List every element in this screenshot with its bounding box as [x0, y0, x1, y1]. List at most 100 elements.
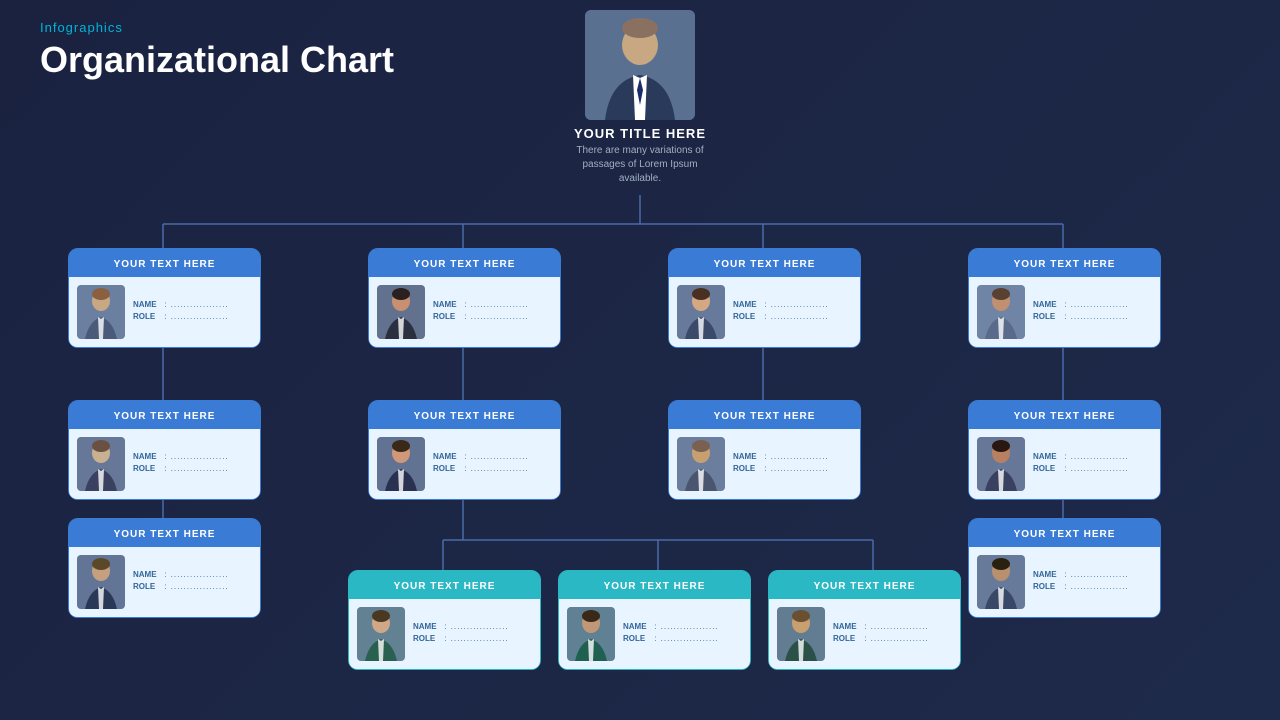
card-role-label-c2: ROLE [433, 312, 461, 321]
card-name-row-c8: NAME : .................. [1033, 452, 1152, 461]
card-header-text-c11: YOUR TEXT HERE [604, 581, 706, 592]
card-photo-c3 [677, 285, 725, 339]
card-header-text-c6: YOUR TEXT HERE [414, 411, 516, 422]
card-photo-c12 [777, 607, 825, 661]
card-header-c10: YOUR TEXT HERE [349, 571, 540, 599]
card-name-dots-c9: : .................. [161, 570, 229, 579]
card-info-c9: NAME : .................. ROLE : .......… [133, 570, 252, 594]
card-photo-c1 [77, 285, 125, 339]
card-header-text-c4: YOUR TEXT HERE [1014, 259, 1116, 270]
card-photo-c13 [977, 555, 1025, 609]
card-name-dots-c1: : .................. [161, 300, 229, 309]
org-card-c11: YOUR TEXT HERE NAME : ..................… [558, 570, 751, 670]
card-role-label-c3: ROLE [733, 312, 761, 321]
card-name-row-c13: NAME : .................. [1033, 570, 1152, 579]
card-role-label-c11: ROLE [623, 634, 651, 643]
card-name-row-c1: NAME : .................. [133, 300, 252, 309]
card-info-c4: NAME : .................. ROLE : .......… [1033, 300, 1152, 324]
card-role-row-c12: ROLE : .................. [833, 634, 952, 643]
card-role-row-c2: ROLE : .................. [433, 312, 552, 321]
card-body-c4: NAME : .................. ROLE : .......… [969, 277, 1160, 347]
card-role-label-c12: ROLE [833, 634, 861, 643]
card-role-label-c8: ROLE [1033, 464, 1061, 473]
card-role-dots-c9: : .................. [161, 582, 229, 591]
card-name-dots-c11: : .................. [651, 622, 719, 631]
card-role-row-c10: ROLE : .................. [413, 634, 532, 643]
card-header-text-c9: YOUR TEXT HERE [114, 529, 216, 540]
card-name-row-c5: NAME : .................. [133, 452, 252, 461]
card-photo-c6 [377, 437, 425, 491]
main-title: Organizational Chart [40, 39, 394, 81]
card-photo-c2 [377, 285, 425, 339]
card-name-dots-c8: : .................. [1061, 452, 1129, 461]
card-body-c7: NAME : .................. ROLE : .......… [669, 429, 860, 499]
card-name-label-c13: NAME [1033, 570, 1061, 579]
card-name-row-c7: NAME : .................. [733, 452, 852, 461]
card-info-c10: NAME : .................. ROLE : .......… [413, 622, 532, 646]
card-role-dots-c11: : .................. [651, 634, 719, 643]
org-card-c13: YOUR TEXT HERE NAME : ..................… [968, 518, 1161, 618]
card-name-dots-c5: : .................. [161, 452, 229, 461]
card-role-label-c4: ROLE [1033, 312, 1061, 321]
org-card-c2: YOUR TEXT HERE NAME : ..................… [368, 248, 561, 348]
card-header-text-c5: YOUR TEXT HERE [114, 411, 216, 422]
card-role-label-c10: ROLE [413, 634, 441, 643]
card-name-row-c4: NAME : .................. [1033, 300, 1152, 309]
org-card-c9: YOUR TEXT HERE NAME : ..................… [68, 518, 261, 618]
top-node-desc: There are many variations of passages of… [570, 144, 710, 186]
card-role-row-c7: ROLE : .................. [733, 464, 852, 473]
org-card-c7: YOUR TEXT HERE NAME : ..................… [668, 400, 861, 500]
card-role-label-c7: ROLE [733, 464, 761, 473]
card-header-text-c13: YOUR TEXT HERE [1014, 529, 1116, 540]
card-header-c8: YOUR TEXT HERE [969, 401, 1160, 429]
card-header-text-c10: YOUR TEXT HERE [394, 581, 496, 592]
card-role-row-c5: ROLE : .................. [133, 464, 252, 473]
card-role-row-c13: ROLE : .................. [1033, 582, 1152, 591]
org-card-c8: YOUR TEXT HERE NAME : ..................… [968, 400, 1161, 500]
card-name-dots-c2: : .................. [461, 300, 529, 309]
card-body-c6: NAME : .................. ROLE : .......… [369, 429, 560, 499]
card-name-label-c2: NAME [433, 300, 461, 309]
card-role-label-c13: ROLE [1033, 582, 1061, 591]
card-role-dots-c2: : .................. [461, 312, 529, 321]
card-photo-c10 [357, 607, 405, 661]
card-role-row-c11: ROLE : .................. [623, 634, 742, 643]
card-info-c1: NAME : .................. ROLE : .......… [133, 300, 252, 324]
card-header-c4: YOUR TEXT HERE [969, 249, 1160, 277]
org-card-c5: YOUR TEXT HERE NAME : ..................… [68, 400, 261, 500]
card-role-dots-c13: : .................. [1061, 582, 1129, 591]
org-card-c12: YOUR TEXT HERE NAME : ..................… [768, 570, 961, 670]
card-name-label-c1: NAME [133, 300, 161, 309]
card-role-row-c9: ROLE : .................. [133, 582, 252, 591]
page: Infographics Organizational Chart [0, 0, 1280, 720]
card-photo-c7 [677, 437, 725, 491]
card-name-label-c11: NAME [623, 622, 651, 631]
card-name-label-c8: NAME [1033, 452, 1061, 461]
card-body-c9: NAME : .................. ROLE : .......… [69, 547, 260, 617]
card-role-label-c1: ROLE [133, 312, 161, 321]
card-role-dots-c1: : .................. [161, 312, 229, 321]
card-photo-c9 [77, 555, 125, 609]
card-header-c12: YOUR TEXT HERE [769, 571, 960, 599]
card-name-label-c10: NAME [413, 622, 441, 631]
card-body-c1: NAME : .................. ROLE : .......… [69, 277, 260, 347]
card-info-c7: NAME : .................. ROLE : .......… [733, 452, 852, 476]
card-header-text-c1: YOUR TEXT HERE [114, 259, 216, 270]
card-photo-c11 [567, 607, 615, 661]
card-name-dots-c7: : .................. [761, 452, 829, 461]
card-role-row-c3: ROLE : .................. [733, 312, 852, 321]
card-name-label-c6: NAME [433, 452, 461, 461]
card-header-c1: YOUR TEXT HERE [69, 249, 260, 277]
card-name-label-c7: NAME [733, 452, 761, 461]
card-name-row-c11: NAME : .................. [623, 622, 742, 631]
org-card-c6: YOUR TEXT HERE NAME : ..................… [368, 400, 561, 500]
card-body-c2: NAME : .................. ROLE : .......… [369, 277, 560, 347]
card-header-text-c2: YOUR TEXT HERE [414, 259, 516, 270]
card-body-c11: NAME : .................. ROLE : .......… [559, 599, 750, 669]
card-info-c5: NAME : .................. ROLE : .......… [133, 452, 252, 476]
card-role-row-c4: ROLE : .................. [1033, 312, 1152, 321]
infographics-label: Infographics [40, 20, 394, 35]
card-name-label-c4: NAME [1033, 300, 1061, 309]
card-role-dots-c12: : .................. [861, 634, 929, 643]
card-role-dots-c6: : .................. [461, 464, 529, 473]
